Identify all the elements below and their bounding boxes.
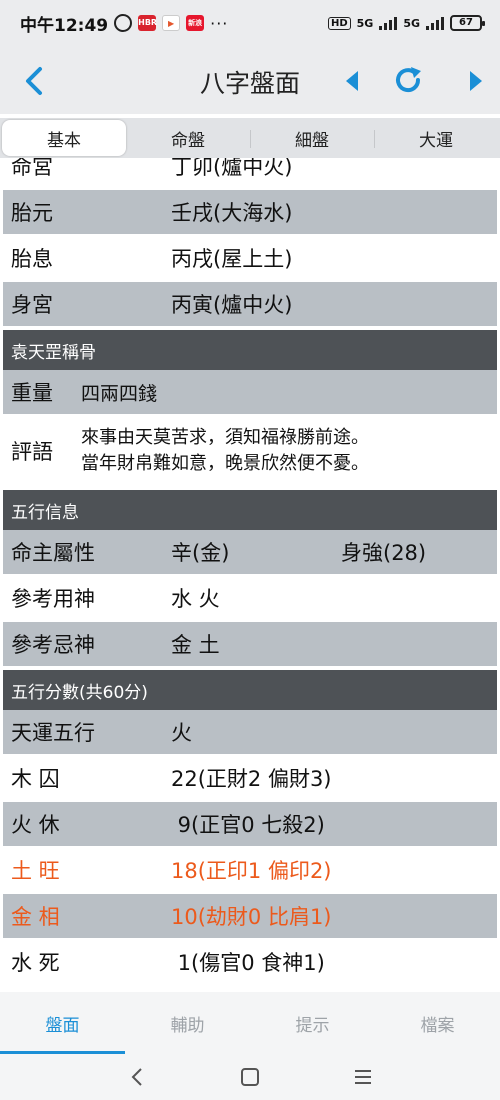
table-row: 木 囚 22(正財2 偏財3) (3, 756, 497, 802)
row-value: 四兩四錢 (81, 382, 158, 405)
row-key: 參考忌神 (11, 633, 95, 657)
row-key: 胎息 (11, 247, 53, 271)
bottom-nav: 盤面 輔助 提示 檔案 (0, 992, 500, 1054)
nav-files[interactable]: 檔案 (375, 992, 500, 1054)
alarm-icon (114, 14, 133, 32)
row-key: 火 休 (11, 813, 60, 837)
row-value: 丙寅(爐中火) (171, 293, 293, 317)
system-home-icon[interactable] (238, 1065, 262, 1089)
row-value: 金 土 (171, 633, 220, 657)
table-row: 參考用神 水 火 (3, 576, 497, 622)
tab-detail-chart[interactable]: 細盤 (250, 120, 374, 156)
network-label-2: 5G (403, 16, 420, 30)
more-notifications-icon: ··· (210, 13, 229, 33)
table-row: 命主屬性 辛(金) 身強(28) (3, 530, 497, 576)
table-row: 參考忌神 金 土 (3, 622, 497, 668)
table-row: 胎息 丙戌(屋上土) (3, 236, 497, 282)
row-value: 1(傷官0 食神1) (171, 951, 325, 975)
hd-icon: HD (327, 16, 351, 30)
app-badge-icon: HBR (138, 15, 157, 31)
row-value: 18(正印1 偏印2) (171, 859, 332, 883)
bone-weight-card: 袁天罡稱骨 重量 四兩四錢 評語 來事由天莫苦求，須知福祿勝前途。 當年財帛難如… (3, 330, 497, 488)
nav-assist[interactable]: 輔助 (125, 992, 250, 1054)
table-row: 水 死 1(傷官0 食神1) (3, 940, 497, 986)
row-value: 辛(金) (171, 541, 230, 565)
row-key: 天運五行 (11, 721, 95, 745)
comment-line: 來事由天莫苦求，須知福祿勝前途。 (81, 427, 369, 448)
system-back-icon[interactable] (125, 1065, 149, 1089)
network-label: 5G (356, 16, 374, 30)
table-row: 重量 四兩四錢 (3, 370, 497, 416)
status-bar: 中午12:49 HBR ▶ 新浪 ··· HD 5G 5G 67 (0, 0, 500, 46)
row-value: 火 (171, 721, 192, 745)
row-value: 水 火 (171, 587, 220, 611)
table-row: 天運五行 火 (3, 710, 497, 756)
play-store-icon: ▶ (162, 15, 181, 31)
content-scroll[interactable]: 命宮 丁卯(爐中火) 胎元 壬戌(大海水) 胎息 丙戌(屋上土) 身宮 丙寅(爐… (0, 158, 500, 990)
five-elements-score-card: 五行分數(共60分) 天運五行 火 木 囚 22(正財2 偏財3) 火 休 9(… (3, 670, 497, 986)
comment-line: 當年財帛難如意，晚景欣然便不憂。 (81, 453, 369, 474)
table-row: 土 旺 18(正印1 偏印2) (3, 848, 497, 894)
row-key: 評語 (11, 440, 53, 464)
row-key: 身宮 (11, 293, 53, 317)
row-key: 重量 (11, 381, 53, 405)
nav-chart[interactable]: 盤面 (0, 992, 125, 1054)
row-extra: 身強(28) (341, 541, 427, 565)
row-key: 命主屬性 (11, 541, 95, 565)
system-nav-bar (0, 1054, 500, 1100)
page-title: 八字盤面 (199, 69, 300, 98)
tab-major-luck[interactable]: 大運 (374, 120, 498, 156)
five-elements-info-card: 五行信息 命主屬性 辛(金) 身強(28) 參考用神 水 火 參考忌神 金 土 (3, 490, 497, 668)
row-key: 木 囚 (11, 767, 60, 791)
section-header: 五行信息 (3, 490, 497, 530)
tab-basic[interactable]: 基本 (2, 120, 126, 156)
row-key: 土 旺 (11, 859, 60, 883)
nav-tips[interactable]: 提示 (250, 992, 375, 1054)
table-row: 身宮 丙寅(爐中火) (3, 282, 497, 328)
battery-icon: 67 (450, 15, 485, 31)
news-app-icon: 新浪 (186, 15, 205, 31)
row-key: 參考用神 (11, 587, 95, 611)
signal-icon (379, 16, 398, 30)
table-row: 命宮 丁卯(爐中火) (3, 158, 497, 190)
row-value: 10(劫財0 比肩1) (171, 905, 332, 929)
table-row: 胎元 壬戌(大海水) (3, 190, 497, 236)
tab-natal-chart[interactable]: 命盤 (126, 120, 250, 156)
row-value: 丙戌(屋上土) (171, 247, 293, 271)
table-row: 評語 來事由天莫苦求，須知福祿勝前途。 當年財帛難如意，晚景欣然便不憂。 (3, 416, 497, 488)
section-header: 袁天罡稱骨 (3, 330, 497, 370)
row-value: 9(正官0 七殺2) (171, 813, 325, 837)
row-value: 壬戌(大海水) (171, 201, 293, 225)
row-value: 22(正財2 偏財3) (171, 767, 332, 791)
triangle-left-icon[interactable] (342, 68, 362, 94)
signal-icon-2 (426, 16, 444, 30)
refresh-icon[interactable] (392, 64, 424, 96)
status-right: HD 5G 5G 67 (327, 15, 485, 31)
comment-text: 來事由天莫苦求，須知福祿勝前途。 當年財帛難如意，晚景欣然便不憂。 (71, 425, 497, 477)
app-header: 八字盤面 (0, 46, 500, 114)
system-menu-icon[interactable] (351, 1065, 375, 1089)
row-value: 丁卯(爐中火) (171, 158, 293, 179)
table-row: 金 相 10(劫財0 比肩1) (3, 894, 497, 940)
status-time: 中午12:49 (20, 15, 109, 36)
section-header: 五行分數(共60分) (3, 670, 497, 710)
basic-card: 命宮 丁卯(爐中火) 胎元 壬戌(大海水) 胎息 丙戌(屋上土) 身宮 丙寅(爐… (3, 158, 497, 328)
row-key: 水 死 (11, 951, 60, 975)
row-key: 金 相 (11, 905, 60, 929)
triangle-right-icon[interactable] (466, 68, 486, 94)
row-key: 胎元 (11, 201, 53, 225)
tab-bar: 基本 命盤 細盤 大運 (0, 118, 500, 158)
table-row: 火 休 9(正官0 七殺2) (3, 802, 497, 848)
row-key: 命宮 (11, 158, 53, 179)
